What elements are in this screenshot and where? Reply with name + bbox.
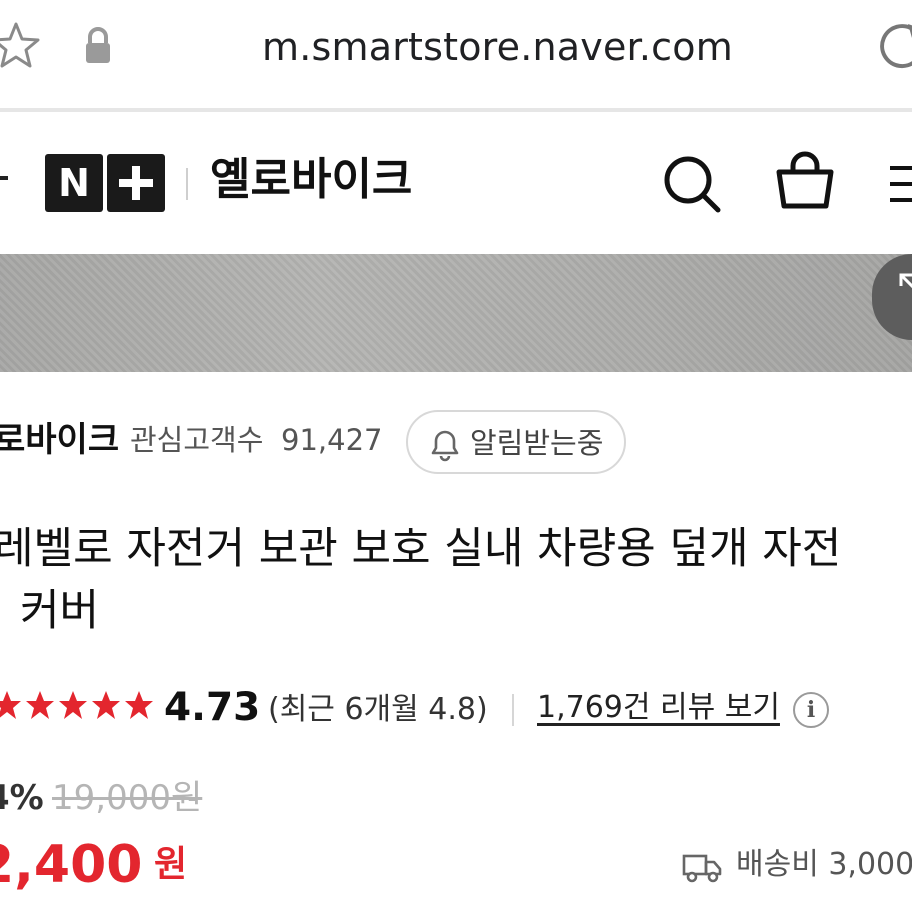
shipping-fee: 배송비 3,000	[736, 847, 912, 882]
rating-score: 4.73	[164, 685, 261, 730]
interest-count-label: 관심고객수	[130, 423, 264, 457]
logo-separator	[186, 168, 188, 200]
shopping-bag-icon[interactable]	[772, 148, 838, 214]
star-rating-icon	[125, 691, 153, 719]
rating-stars	[0, 690, 154, 720]
lock-icon	[83, 26, 113, 66]
logo-n-box: N	[45, 154, 103, 212]
product-page: m.smartstore.naver.com N 옐로바이크 로바이크 관심고객…	[0, 0, 912, 912]
star-rating-icon	[0, 691, 21, 719]
product-title: 레벨로 자전거 보관 보호 실내 차량용 덮개 자전 커버	[0, 518, 912, 642]
reload-icon[interactable]	[876, 18, 912, 74]
review-link[interactable]: 1,769건 리뷰 보기	[537, 688, 780, 728]
seller-name[interactable]: 로바이크	[0, 418, 119, 462]
rating-separator	[512, 694, 514, 726]
truck-icon	[682, 850, 722, 884]
product-title-line-2: 커버	[20, 586, 100, 636]
product-image[interactable]	[0, 254, 912, 372]
interest-count-value: 91,427	[281, 423, 383, 457]
discount-rate: 4%	[0, 778, 44, 818]
recent-rating: (최근 6개월 4.8)	[268, 692, 488, 727]
browser-address-bar: m.smartstore.naver.com	[0, 0, 912, 98]
original-price: 19,000원	[52, 778, 203, 818]
bell-icon	[431, 430, 459, 462]
menu-icon[interactable]	[886, 164, 912, 204]
star-rating-icon	[59, 691, 87, 719]
logo-plus-box	[107, 154, 165, 212]
naver-plus-logo[interactable]: N	[45, 154, 165, 212]
back-arrow-icon[interactable]	[0, 176, 8, 180]
store-name[interactable]: 옐로바이크	[210, 152, 412, 208]
store-header: N 옐로바이크	[0, 112, 912, 254]
star-rating-icon	[26, 691, 54, 719]
search-icon[interactable]	[660, 152, 724, 216]
product-title-line-1: 레벨로 자전거 보관 보호 실내 차량용 덮개 자전	[0, 524, 842, 574]
sale-price-unit: 원	[154, 844, 188, 885]
plus-icon	[119, 166, 153, 200]
notify-label: 알림받는중	[470, 426, 604, 460]
sale-price: 2,400	[0, 835, 143, 895]
notification-toggle-button[interactable]: 알림받는중	[406, 410, 626, 474]
star-rating-icon	[92, 691, 120, 719]
url-text[interactable]: m.smartstore.naver.com	[262, 24, 733, 70]
info-icon[interactable]: i	[793, 692, 829, 728]
star-icon[interactable]	[0, 18, 44, 74]
